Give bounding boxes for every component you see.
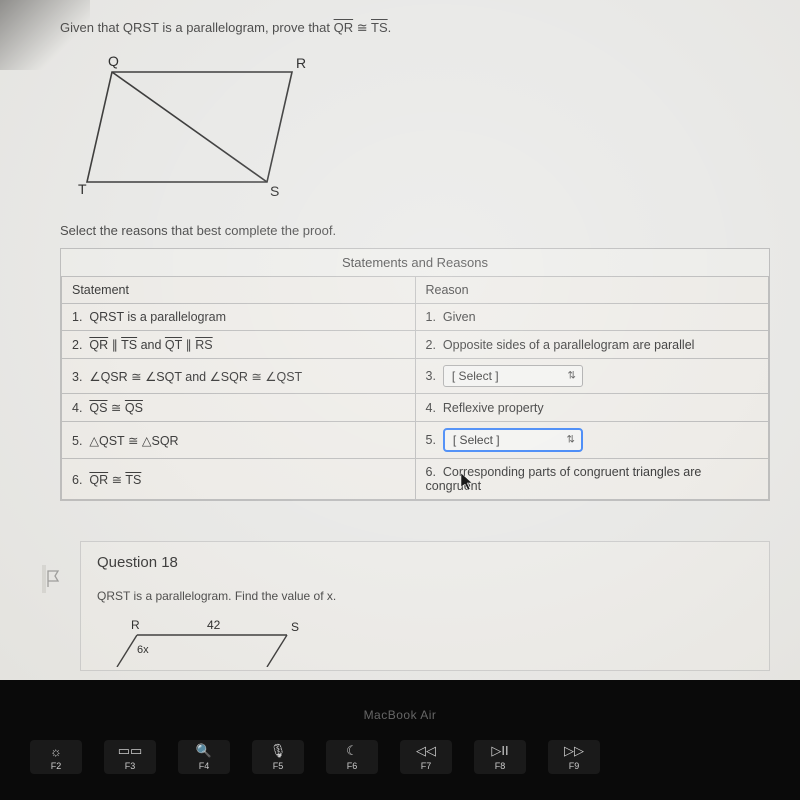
- key-f7: ◁◁F7: [400, 740, 452, 774]
- table-title: Statements and Reasons: [61, 249, 769, 276]
- key-f5: 🎙F5: [252, 740, 304, 774]
- svg-text:42: 42: [207, 618, 221, 632]
- proof-instruction: Select the reasons that best complete th…: [60, 223, 770, 238]
- key-f2: ☼F2: [30, 740, 82, 774]
- chevron-down-icon: ⇅: [568, 371, 576, 382]
- laptop-brand-label: MacBook Air: [0, 680, 800, 722]
- table-row: 6. QR ≅ TS 6. Corresponding parts of con…: [62, 459, 769, 500]
- question-title: Question 18: [97, 554, 753, 571]
- question-18-panel: Question 18 QRST is a parallelogram. Fin…: [80, 541, 770, 671]
- segment-qr: QR: [334, 20, 354, 35]
- svg-text:S: S: [270, 183, 279, 199]
- segment-ts: TS: [371, 20, 388, 35]
- header-statement: Statement: [62, 277, 416, 304]
- reason-select-3[interactable]: [ Select ] ⇅: [443, 365, 583, 387]
- question-subprompt: QRST is a parallelogram. Find the value …: [97, 589, 753, 603]
- laptop-chrome: MacBook Air ☼F2 ▭▭F3 🔍F4 🎙F5 ☾F6 ◁◁F7 ▷I…: [0, 680, 800, 800]
- question-flag-icon[interactable]: [42, 565, 60, 593]
- key-f3: ▭▭F3: [104, 740, 156, 774]
- key-f8: ▷IIF8: [474, 740, 526, 774]
- svg-text:S: S: [291, 620, 299, 634]
- header-reason: Reason: [415, 277, 769, 304]
- mouse-cursor-icon: [460, 472, 476, 492]
- key-f4: 🔍F4: [178, 740, 230, 774]
- key-f9: ▷▷F9: [548, 740, 600, 774]
- svg-text:Q: Q: [108, 53, 119, 69]
- proof-table: Statements and Reasons Statement Reason …: [60, 248, 770, 501]
- table-row: 4. QS ≅ QS 4. Reflexive property: [62, 394, 769, 422]
- svg-text:R: R: [131, 618, 140, 632]
- chevron-down-icon: ⇅: [567, 435, 575, 446]
- table-row: 5. △QST ≅ △SQR 5. [ Select ] ⇅: [62, 422, 769, 459]
- svg-text:R: R: [296, 55, 306, 71]
- reason-select-5[interactable]: [ Select ] ⇅: [443, 428, 583, 452]
- parallelogram-figure-small: R 42 S 6x: [107, 617, 753, 670]
- problem-prompt: Given that QRST is a parallelogram, prov…: [60, 20, 770, 36]
- table-row: 1. QRST is a parallelogram 1. Given: [62, 304, 769, 331]
- parallelogram-figure: Q R T S: [72, 52, 770, 205]
- key-f6: ☾F6: [326, 740, 378, 774]
- table-row: 2. QR ∥ TS and QT ∥ RS 2. Opposite sides…: [62, 331, 769, 359]
- table-row: 3. ∠QSR ≅ ∠SQT and ∠SQR ≅ ∠QST 3. [ Sele…: [62, 359, 769, 394]
- svg-text:T: T: [78, 181, 87, 197]
- svg-text:6x: 6x: [137, 644, 149, 656]
